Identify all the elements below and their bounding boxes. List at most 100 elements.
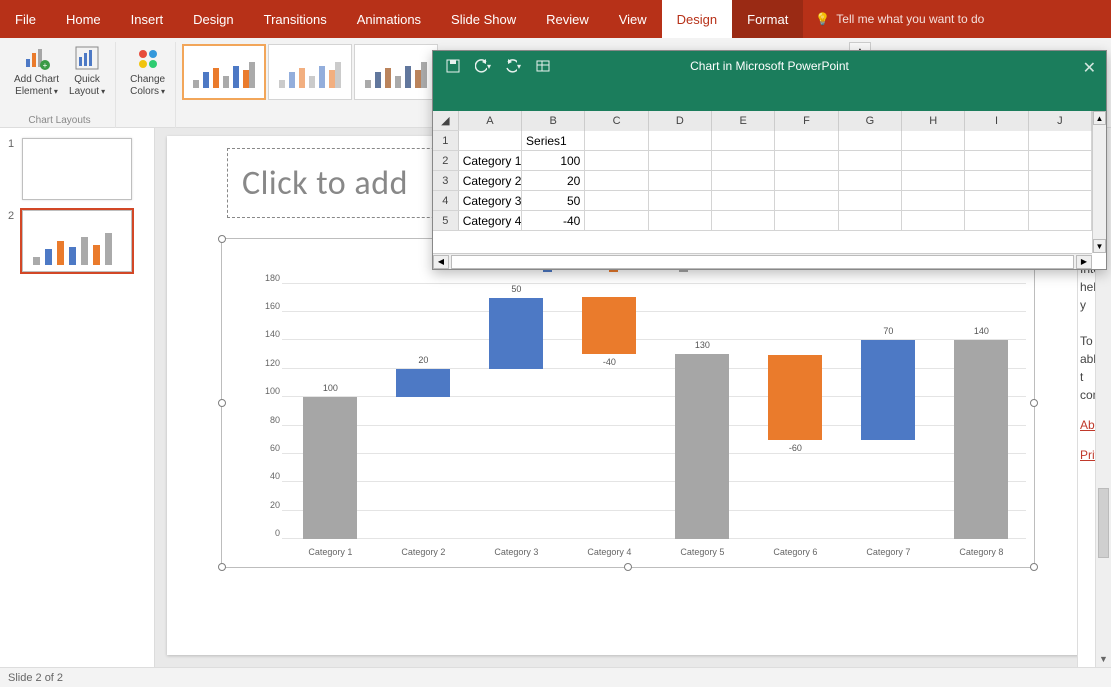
tab-design-main[interactable]: Design xyxy=(178,0,248,38)
row-header[interactable]: 4 xyxy=(433,191,459,210)
slide-thumb-1[interactable] xyxy=(22,138,132,200)
col-header-G[interactable]: G xyxy=(839,111,902,131)
x-label: Category 1 xyxy=(308,547,352,557)
chart-style-1[interactable] xyxy=(182,44,266,100)
col-header-I[interactable]: I xyxy=(965,111,1028,131)
chart-plot-area[interactable]: 0 20 40 60 80 100 120 140 160 180 xyxy=(256,285,1026,539)
bar-cat6[interactable] xyxy=(768,355,822,440)
slide-thumb-2[interactable] xyxy=(22,210,132,272)
col-header-J[interactable]: J xyxy=(1029,111,1092,131)
tab-chart-design[interactable]: Design xyxy=(662,0,732,38)
cell-B1[interactable]: Series1 xyxy=(522,131,585,150)
excel-hscroll[interactable]: ◀ ▶ xyxy=(433,253,1092,269)
tab-transitions[interactable]: Transitions xyxy=(249,0,342,38)
row-header[interactable]: 1 xyxy=(433,131,459,150)
slide-number-2: 2 xyxy=(8,210,16,272)
status-bar: Slide 2 of 2 xyxy=(0,667,1111,687)
tab-home[interactable]: Home xyxy=(51,0,116,38)
scroll-up-icon[interactable]: ▲ xyxy=(1093,111,1106,125)
chart-object[interactable]: Chart Title Increase Decrease Total 0 20… xyxy=(221,238,1035,568)
cell-A2[interactable]: Category 1 xyxy=(459,151,522,170)
bar-cat4[interactable] xyxy=(582,297,636,354)
x-label: Category 7 xyxy=(866,547,910,557)
row-header[interactable]: 5 xyxy=(433,211,459,230)
tab-review[interactable]: Review xyxy=(531,0,604,38)
resize-handle[interactable] xyxy=(624,563,632,571)
collapse-ribbon-icon[interactable] xyxy=(1083,0,1111,38)
select-all-corner[interactable]: ◢ xyxy=(433,111,459,130)
data-label: 50 xyxy=(511,284,521,294)
data-label: -40 xyxy=(603,357,616,367)
excel-grid[interactable]: ◢ A B C D E F G H I J 1 Series1 2 Catego… xyxy=(433,111,1092,253)
resize-handle[interactable] xyxy=(218,235,226,243)
bar-cat2[interactable] xyxy=(396,369,450,397)
chart-data-editor[interactable]: ▾ ▾ Chart in Microsoft PowerPoint ✕ ◢ A … xyxy=(432,50,1107,270)
col-header-H[interactable]: H xyxy=(902,111,965,131)
cell-B5[interactable]: -40 xyxy=(522,211,585,230)
resize-handle[interactable] xyxy=(218,399,226,407)
tab-view[interactable]: View xyxy=(604,0,662,38)
resize-handle[interactable] xyxy=(218,563,226,571)
y-tick: 80 xyxy=(270,415,280,425)
slide-number-1: 1 xyxy=(8,138,16,200)
scroll-thumb[interactable] xyxy=(1098,488,1109,558)
col-header-C[interactable]: C xyxy=(585,111,648,131)
bar-cat1[interactable] xyxy=(303,397,357,539)
data-label: 140 xyxy=(974,326,989,336)
bar-cat5[interactable] xyxy=(675,354,729,539)
excel-vscroll[interactable]: ▲ ▼ xyxy=(1092,111,1106,253)
x-label: Category 8 xyxy=(959,547,1003,557)
x-label: Category 5 xyxy=(680,547,724,557)
excel-window-title: Chart in Microsoft PowerPoint xyxy=(433,59,1106,73)
y-tick: 20 xyxy=(270,500,280,510)
data-label: 130 xyxy=(695,340,710,350)
scroll-left-icon[interactable]: ◀ xyxy=(433,255,449,269)
scroll-down-icon[interactable]: ▼ xyxy=(1093,239,1106,253)
y-tick: 120 xyxy=(265,358,280,368)
col-header-B[interactable]: B xyxy=(522,111,585,131)
y-tick: 140 xyxy=(265,329,280,339)
y-tick: 60 xyxy=(270,443,280,453)
change-colors-icon xyxy=(134,44,162,72)
y-tick: 180 xyxy=(265,273,280,283)
chart-style-2[interactable] xyxy=(268,44,352,100)
data-label: 100 xyxy=(323,383,338,393)
cell-A1[interactable] xyxy=(459,131,522,150)
tab-animations[interactable]: Animations xyxy=(342,0,436,38)
bar-cat7[interactable] xyxy=(861,340,915,440)
cell-B2[interactable]: 100 xyxy=(522,151,585,170)
quick-layout-icon xyxy=(73,44,101,72)
cell-A3[interactable]: Category 2 xyxy=(459,171,522,190)
scroll-right-icon[interactable]: ▶ xyxy=(1076,255,1092,269)
col-header-F[interactable]: F xyxy=(775,111,838,131)
add-chart-element-button[interactable]: + Add ChartElement xyxy=(10,42,63,100)
col-header-A[interactable]: A xyxy=(459,111,522,131)
tab-insert[interactable]: Insert xyxy=(116,0,179,38)
x-label: Category 2 xyxy=(401,547,445,557)
change-colors-button[interactable]: ChangeColors xyxy=(126,42,169,100)
cell-A5[interactable]: Category 4 xyxy=(459,211,522,230)
tell-me[interactable]: 💡 Tell me what you want to do xyxy=(803,0,996,38)
cell-B4[interactable]: 50 xyxy=(522,191,585,210)
row-header[interactable]: 2 xyxy=(433,151,459,170)
tab-chart-format[interactable]: Format xyxy=(732,0,803,38)
tab-file[interactable]: File xyxy=(0,0,51,38)
data-label: 20 xyxy=(418,355,428,365)
quick-layout-button[interactable]: QuickLayout xyxy=(65,42,109,100)
ribbon-group-chart-layouts: Chart Layouts xyxy=(28,115,90,128)
chart-style-3[interactable] xyxy=(354,44,438,100)
bar-cat3[interactable] xyxy=(489,298,543,369)
close-icon[interactable]: ✕ xyxy=(1083,58,1096,78)
col-header-D[interactable]: D xyxy=(649,111,712,131)
cell-B3[interactable]: 20 xyxy=(522,171,585,190)
resize-handle[interactable] xyxy=(1030,563,1038,571)
cell-A4[interactable]: Category 3 xyxy=(459,191,522,210)
row-header[interactable]: 3 xyxy=(433,171,459,190)
resize-handle[interactable] xyxy=(1030,399,1038,407)
scroll-down-icon[interactable]: ▼ xyxy=(1096,651,1111,667)
hscroll-track[interactable] xyxy=(451,255,1074,269)
bar-cat8[interactable] xyxy=(954,340,1008,539)
col-header-E[interactable]: E xyxy=(712,111,775,131)
tab-slideshow[interactable]: Slide Show xyxy=(436,0,531,38)
status-slide-count: Slide 2 of 2 xyxy=(8,672,63,684)
